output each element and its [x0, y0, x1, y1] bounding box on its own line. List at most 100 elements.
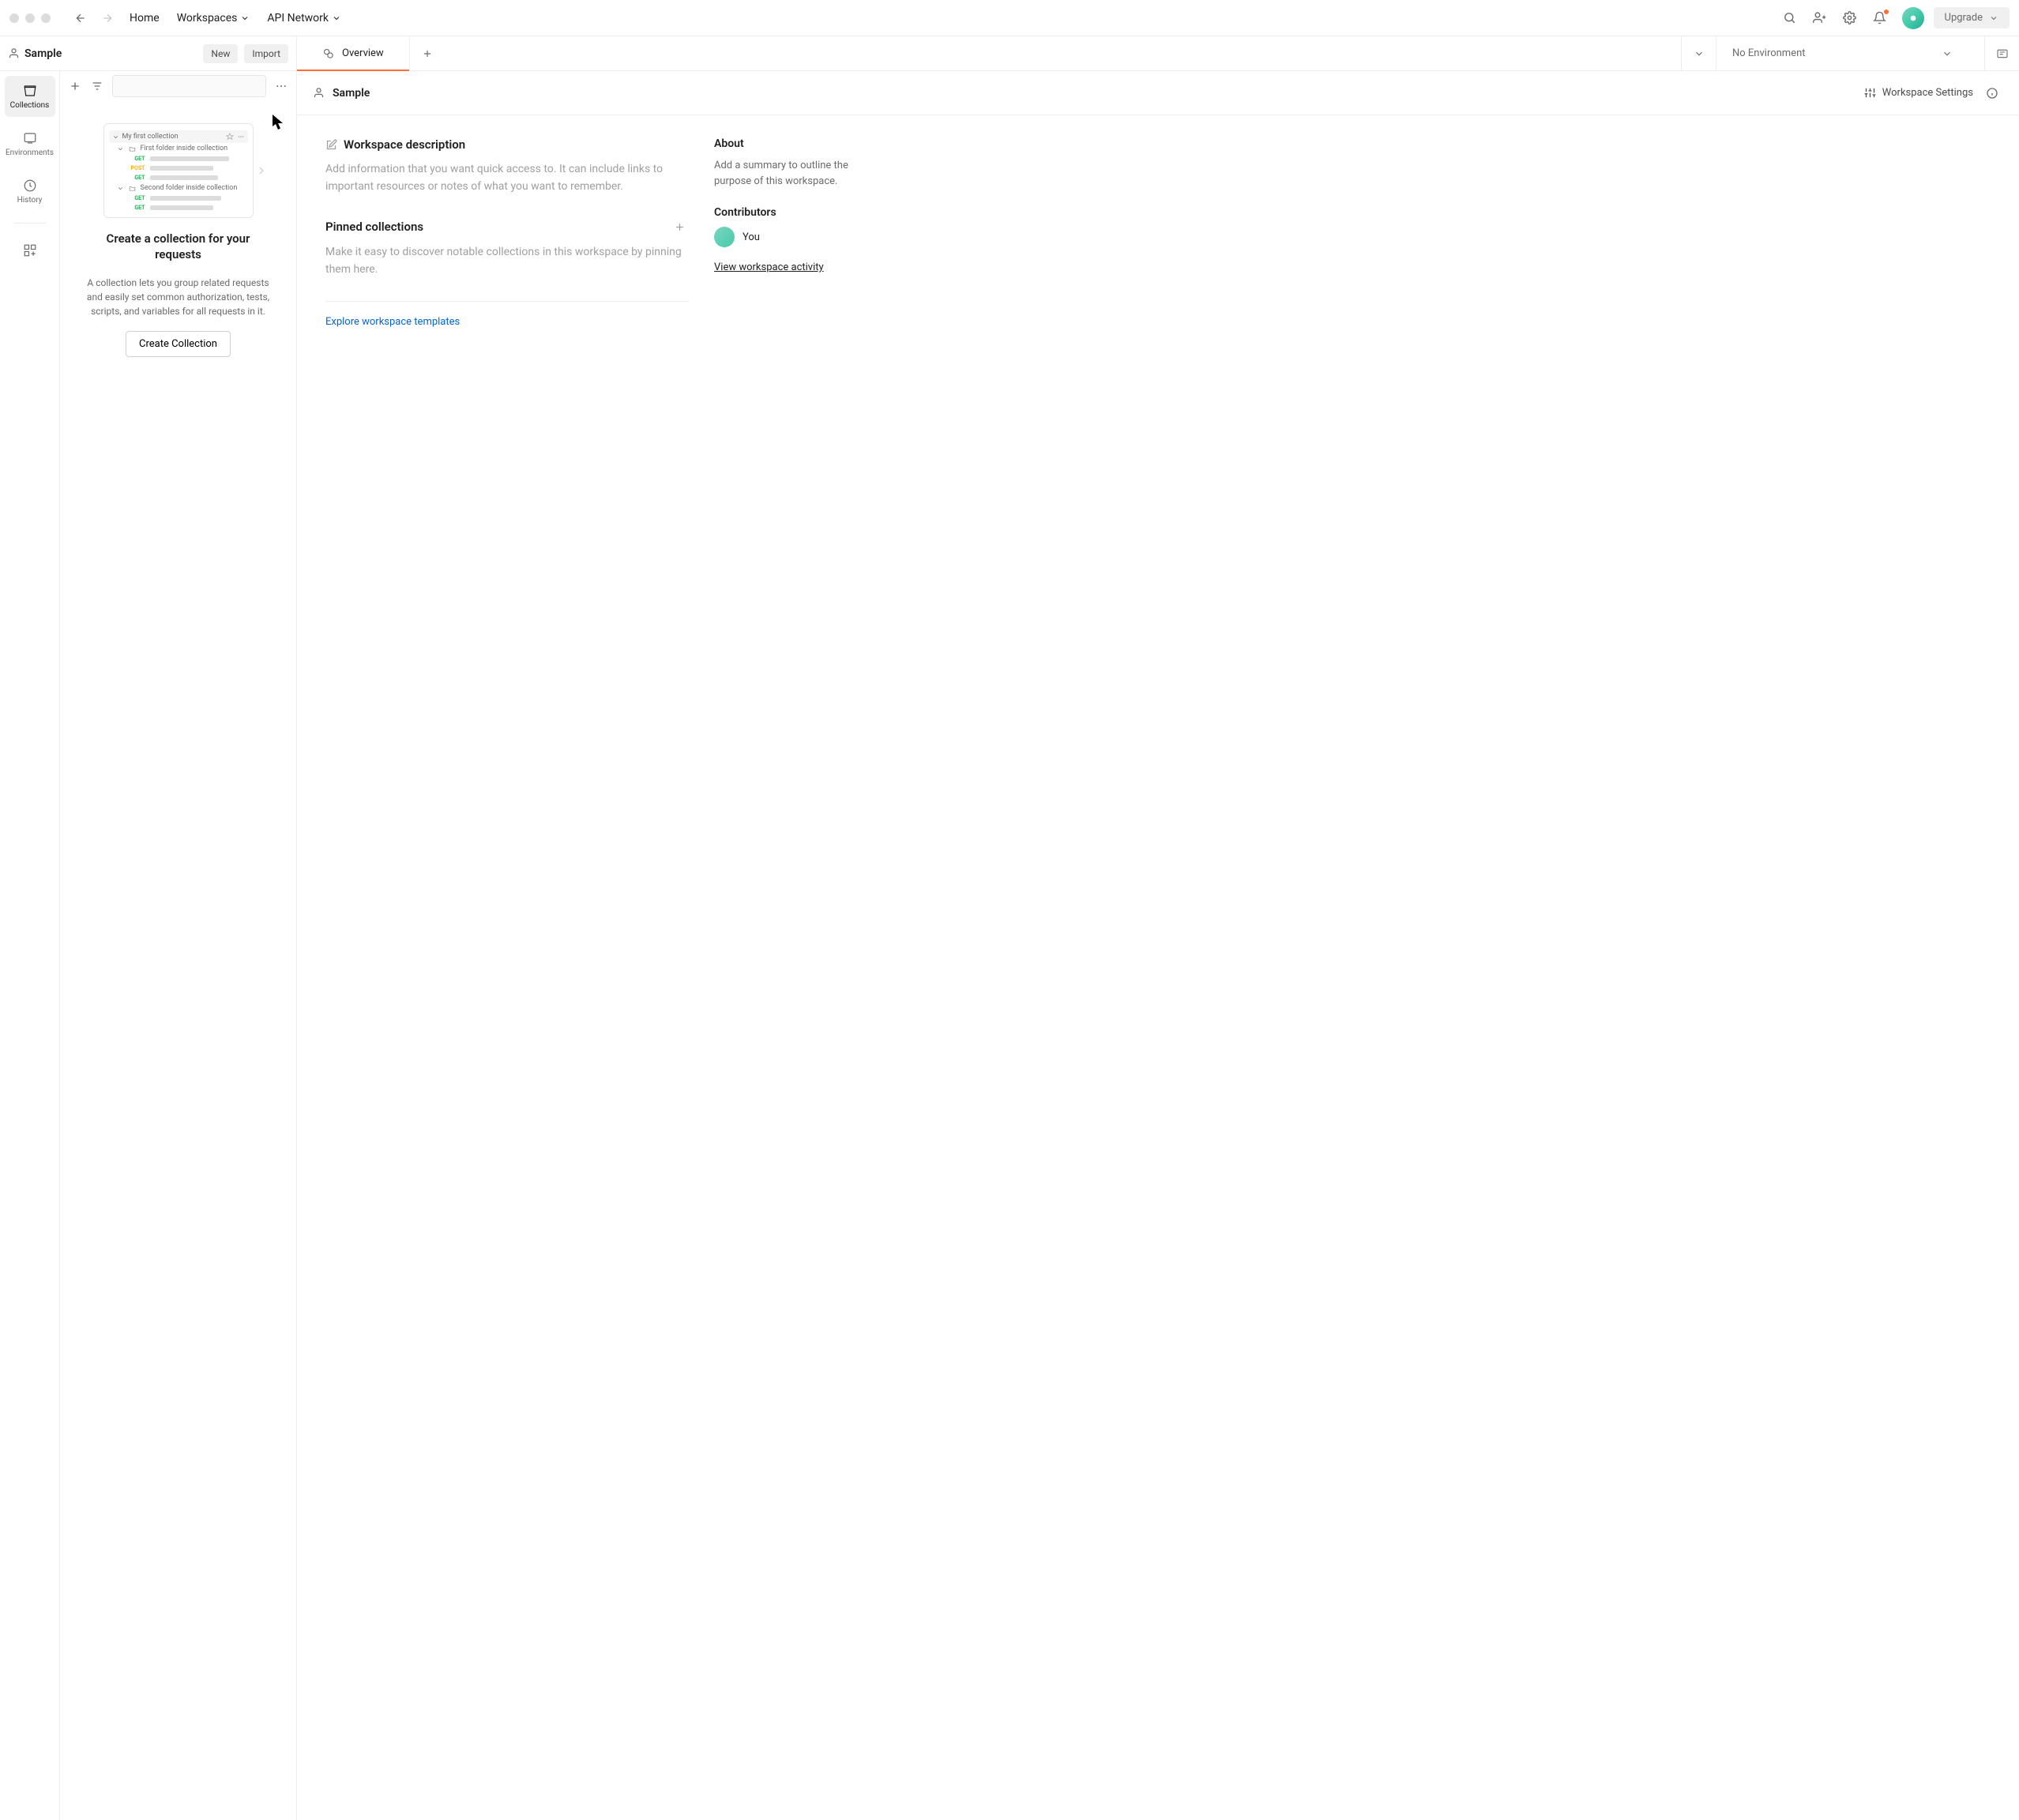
- body: Sample New Import Collections Environmen…: [0, 36, 2019, 1820]
- person-icon: [8, 47, 20, 59]
- method-get: GET: [128, 175, 145, 181]
- history-icon: [23, 179, 37, 193]
- new-button[interactable]: New: [203, 44, 238, 63]
- nav-workspaces[interactable]: Workspaces: [171, 9, 257, 28]
- search-button[interactable]: [1777, 6, 1803, 31]
- nav-home[interactable]: Home: [123, 9, 166, 28]
- about-placeholder[interactable]: Add a summary to outline the purpose of …: [714, 158, 872, 189]
- nav-back[interactable]: [70, 7, 92, 29]
- workspace-description-title: Workspace description: [344, 137, 465, 152]
- workspace-info-button[interactable]: [1981, 81, 2003, 106]
- empty-state-description: A collection lets you group related requ…: [76, 276, 280, 318]
- tab-overview-label: Overview: [342, 47, 384, 59]
- folder-icon: [129, 145, 136, 152]
- environment-quicklook-button[interactable]: [1984, 36, 2019, 70]
- chevron-down-icon: [117, 145, 124, 152]
- sidebar-more-button[interactable]: [274, 77, 288, 96]
- more-icon: [237, 133, 245, 141]
- empty-collections-state: My first collection First folde: [60, 101, 296, 379]
- grid-add-icon: [23, 243, 37, 258]
- nav-forward[interactable]: [96, 7, 118, 29]
- collection-illustration: My first collection First folde: [103, 123, 254, 218]
- window-minimize[interactable]: [25, 13, 35, 23]
- top-bar: Home Workspaces API Network Upgrade: [0, 0, 2019, 36]
- collections-icon: [23, 84, 37, 98]
- upgrade-button[interactable]: Upgrade: [1934, 7, 2010, 28]
- plus-icon: [69, 80, 81, 92]
- rail-environments[interactable]: Environments: [5, 123, 55, 164]
- plus-icon: [674, 221, 686, 233]
- folder-icon: [129, 185, 136, 192]
- nav-workspaces-label: Workspaces: [177, 12, 238, 24]
- user-avatar[interactable]: [1902, 7, 1924, 29]
- filter-button[interactable]: [90, 77, 104, 96]
- tabs-dropdown-button[interactable]: [1681, 36, 1716, 70]
- workspace-settings-label: Workspace Settings: [1882, 87, 1973, 99]
- chevron-down-icon: [1989, 13, 1998, 23]
- plus-icon: [422, 48, 433, 59]
- pinned-collections-placeholder: Make it easy to discover notable collect…: [325, 244, 689, 278]
- create-collection-button[interactable]: Create Collection: [126, 331, 231, 357]
- illustration-folder2: Second folder inside collection: [141, 184, 238, 192]
- workspace-description-header: Workspace description: [325, 137, 689, 152]
- gear-icon: [1843, 11, 1856, 24]
- left-rail: Collections Environments History: [0, 71, 60, 1820]
- chevron-down-icon: [240, 13, 250, 23]
- person-add-icon: [1813, 11, 1826, 24]
- main-area: Overview No Environment Sample Workspa: [297, 36, 2019, 1820]
- rail-history[interactable]: History: [5, 171, 55, 212]
- contributor-row: You: [714, 227, 872, 247]
- contributor-avatar[interactable]: [714, 227, 735, 247]
- window-controls: [9, 13, 51, 23]
- more-icon: [275, 80, 288, 92]
- view-activity-link[interactable]: View workspace activity: [714, 261, 872, 273]
- window-maximize[interactable]: [41, 13, 51, 23]
- rail-collections-label: Collections: [10, 101, 50, 110]
- window-close[interactable]: [9, 13, 19, 23]
- workspace-title: Sample: [333, 87, 1856, 100]
- edit-icon: [325, 139, 337, 151]
- pin-collection-button[interactable]: [670, 217, 689, 236]
- env-icon: [1996, 47, 2009, 60]
- rail-environments-label: Environments: [6, 149, 54, 157]
- chevron-right-icon: [255, 164, 268, 177]
- tab-overview[interactable]: Overview: [297, 36, 410, 70]
- workspace-title-bar: Sample Workspace Settings: [297, 71, 2019, 115]
- workspace-content: Workspace description Add information th…: [297, 115, 2019, 1820]
- explore-templates-link[interactable]: Explore workspace templates: [325, 316, 689, 328]
- chevron-down-icon: [332, 13, 341, 23]
- nav-api-network[interactable]: API Network: [261, 9, 348, 28]
- method-get: GET: [128, 195, 145, 201]
- sliders-icon: [1864, 87, 1876, 99]
- workspace-switcher[interactable]: Sample: [8, 47, 197, 60]
- notifications-button[interactable]: [1867, 6, 1893, 31]
- about-title: About: [714, 137, 872, 150]
- divider: [325, 301, 689, 302]
- chevron-down-icon: [1942, 48, 1953, 59]
- rail-divider: [14, 223, 46, 224]
- environment-selector[interactable]: No Environment: [1716, 36, 1984, 70]
- rail-configure[interactable]: [5, 235, 55, 266]
- workspace-content-left: Workspace description Add information th…: [325, 137, 689, 1798]
- workspace-header: Sample New Import: [0, 36, 297, 71]
- settings-button[interactable]: [1837, 6, 1863, 31]
- tabs-bar: Overview No Environment: [297, 36, 2019, 71]
- search-icon: [1783, 11, 1796, 24]
- info-icon: [1986, 87, 1998, 100]
- tab-add-button[interactable]: [410, 36, 445, 70]
- method-get: GET: [128, 205, 145, 211]
- avatar-glyph: [1907, 12, 1919, 24]
- star-icon: [226, 133, 234, 141]
- illustration-folder1: First folder inside collection: [141, 145, 228, 152]
- rail-collections[interactable]: Collections: [5, 76, 55, 117]
- add-collection-button[interactable]: [68, 77, 82, 96]
- workspace-settings-button[interactable]: Workspace Settings: [1864, 87, 1973, 99]
- workspace-about-panel: About Add a summary to outline the purpo…: [714, 137, 872, 1798]
- environment-label: No Environment: [1732, 47, 1806, 59]
- invite-button[interactable]: [1807, 6, 1833, 31]
- contributor-name: You: [743, 231, 760, 243]
- import-button[interactable]: Import: [244, 44, 288, 63]
- chevron-down-icon: [117, 185, 124, 192]
- sidebar-search-input[interactable]: [112, 75, 266, 97]
- workspace-description-placeholder[interactable]: Add information that you want quick acce…: [325, 161, 689, 195]
